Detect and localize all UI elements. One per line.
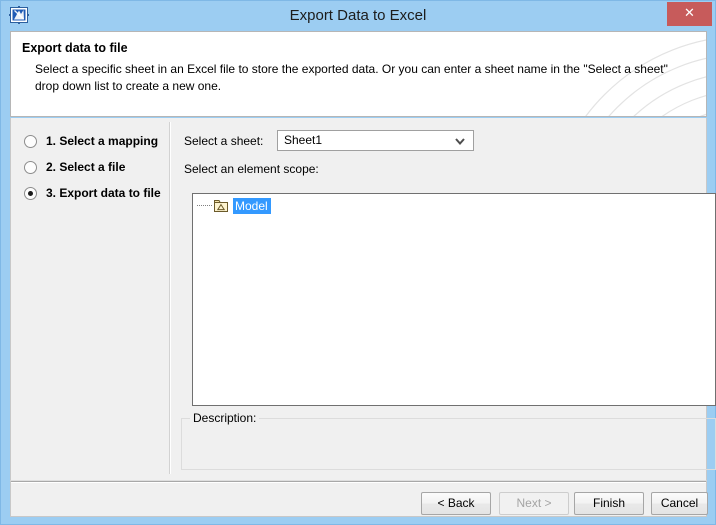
element-scope-tree[interactable]: Model (192, 193, 716, 406)
panel-divider (169, 122, 171, 474)
step-radio-2[interactable] (24, 160, 37, 174)
chevron-down-icon[interactable] (452, 131, 468, 150)
step-label-2: 2. Select a file (46, 160, 126, 174)
export-data-dialog: Export Data to Excel ✕ Export data to fi… (0, 0, 716, 525)
window-title: Export Data to Excel (289, 7, 427, 24)
header-title: Export data to file (22, 41, 128, 55)
title-bar: Export Data to Excel ✕ (1, 1, 715, 30)
close-button[interactable]: ✕ (667, 2, 712, 26)
dialog-body: 1. Select a mapping 2. Select a file 3. … (10, 118, 716, 480)
finish-button[interactable]: Finish (574, 492, 644, 515)
tree-connector-icon (193, 197, 213, 214)
model-package-icon (213, 198, 229, 214)
header-description: Select a specific sheet in an Excel file… (35, 62, 668, 93)
step-label-1: 1. Select a mapping (46, 134, 159, 148)
step-radio-1[interactable] (24, 134, 37, 148)
content-panel: Select a sheet: Sheet1 Select an element… (173, 118, 716, 480)
sheet-selected-value: Sheet1 (284, 133, 323, 147)
footer-bar: < Back Next > Finish Cancel (10, 480, 708, 517)
cancel-button[interactable]: Cancel (651, 492, 708, 515)
step-item-export-data-to-file[interactable]: 3. Export data to file (24, 183, 161, 203)
tree-node-label: Model (233, 197, 271, 214)
header-banner: Export data to file Select a specific sh… (10, 31, 707, 117)
sheet-combobox[interactable]: Sheet1 (277, 130, 474, 151)
back-button[interactable]: < Back (421, 492, 491, 515)
step-label-3: 3. Export data to file (46, 186, 161, 200)
sheet-label: Select a sheet: (184, 134, 264, 148)
footer-separator (11, 481, 706, 483)
close-icon: ✕ (684, 6, 695, 21)
description-group: Description: (181, 411, 716, 470)
steps-panel: 1. Select a mapping 2. Select a file 3. … (11, 118, 169, 480)
next-button: Next > (499, 492, 569, 515)
step-item-select-a-mapping[interactable]: 1. Select a mapping (24, 131, 158, 151)
step-item-select-a-file[interactable]: 2. Select a file (24, 157, 125, 177)
description-label: Description: (190, 411, 260, 425)
tree-node-model[interactable]: Model (193, 197, 271, 214)
element-scope-label: Select an element scope: (184, 162, 319, 176)
step-radio-3[interactable] (24, 186, 37, 200)
